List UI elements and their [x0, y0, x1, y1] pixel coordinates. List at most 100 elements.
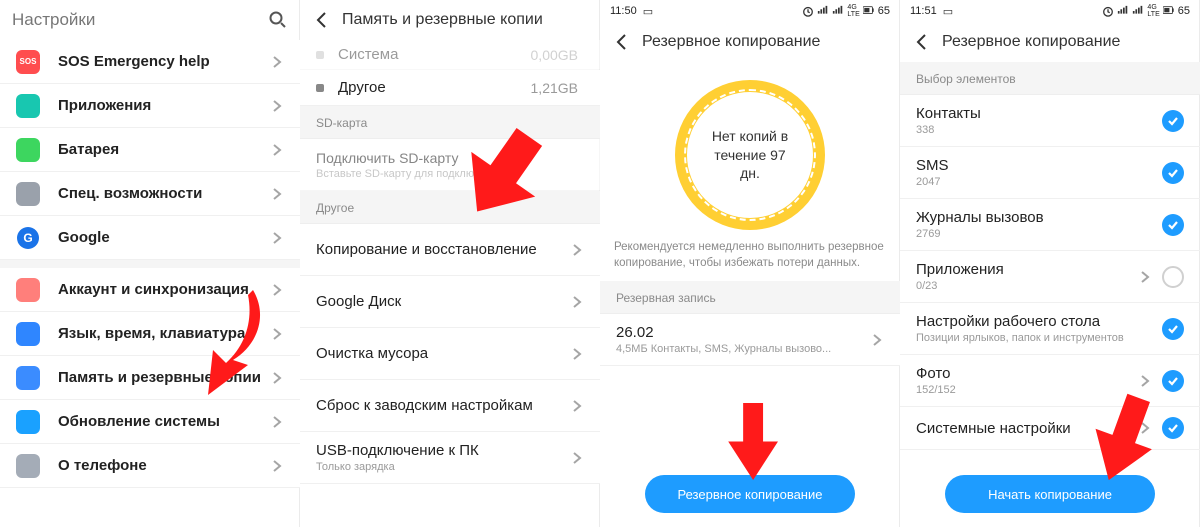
title: Настройки: [12, 10, 95, 30]
chevron-icon: [570, 243, 584, 257]
checkbox[interactable]: [1162, 214, 1184, 236]
search-icon[interactable]: [268, 10, 288, 30]
chevron-icon: [270, 415, 284, 429]
checkbox[interactable]: [1162, 162, 1184, 184]
chevron-icon: [1138, 374, 1152, 388]
row-apps[interactable]: Приложения: [0, 84, 300, 128]
lte-icon: 4GLTE: [847, 4, 859, 18]
chevron-icon: [270, 99, 284, 113]
back-icon[interactable]: [312, 10, 332, 30]
alarm-icon: [802, 5, 814, 17]
signal-icon: [832, 5, 844, 17]
battery-icon: [1163, 5, 1175, 17]
row-system-update[interactable]: Обновление системы: [0, 400, 300, 444]
signal-icon: [817, 5, 829, 17]
sim-icon: ▭: [643, 5, 653, 18]
title: Резервное копирование: [642, 33, 820, 51]
item-title: Приложения: [916, 261, 1138, 278]
backup-status-circle: Нет копий в течение 97 дн.: [600, 62, 900, 240]
update-icon: [16, 410, 40, 434]
chevron-icon: [1138, 270, 1152, 284]
checkbox[interactable]: [1162, 266, 1184, 288]
row-account-sync[interactable]: Аккаунт и синхронизация: [0, 268, 300, 312]
row-storage-backup[interactable]: Память и резервные копии: [0, 356, 300, 400]
titlebar-settings: Настройки: [0, 0, 300, 40]
panel-storage: Память и резервные копии Система 0,00GB …: [300, 0, 600, 527]
row-sos[interactable]: SOS SOS Emergency help: [0, 40, 300, 84]
backup-item-row[interactable]: Контакты 338: [900, 95, 1200, 147]
backup-item-row[interactable]: Настройки рабочего столаПозиции ярлыков,…: [900, 303, 1200, 355]
status-time: 11:51: [910, 5, 937, 17]
status-bar: 11:50 ▭ 4GLTE 65: [600, 0, 900, 22]
titlebar-backup: Резервное копирование: [600, 22, 900, 62]
title: Память и резервные копии: [342, 11, 543, 29]
section-other: Другое: [300, 191, 600, 224]
panel-backup-status: 11:50 ▭ 4GLTE 65 Резервное копирование Н…: [600, 0, 900, 527]
item-sub: 338: [916, 124, 1162, 136]
status-time: 11:50: [610, 5, 637, 17]
row-battery[interactable]: Батарея: [0, 128, 300, 172]
back-icon[interactable]: [912, 32, 932, 52]
backup-item-row[interactable]: Приложения0/23: [900, 251, 1200, 303]
chevron-icon: [270, 231, 284, 245]
battery-pct: 65: [878, 5, 890, 17]
item-title: Настройки рабочего стола: [916, 313, 1162, 330]
chevron-icon: [270, 371, 284, 385]
checkbox[interactable]: [1162, 417, 1184, 439]
checkbox[interactable]: [1162, 318, 1184, 340]
section-gap: [0, 260, 300, 268]
title: Резервное копирование: [942, 33, 1120, 51]
chevron-icon: [270, 143, 284, 157]
lte-icon: 4GLTE: [1147, 4, 1159, 18]
item-title: Контакты: [916, 105, 1162, 122]
back-icon[interactable]: [612, 32, 632, 52]
row-connect-sd[interactable]: Подключить SD-карту Вставьте SD-карту дл…: [300, 139, 600, 191]
google-icon: G: [16, 226, 40, 250]
item-sub: 2769: [916, 228, 1162, 240]
chevron-icon: [570, 347, 584, 361]
backup-item-row[interactable]: SMS2047: [900, 147, 1200, 199]
chevron-icon: [870, 333, 884, 347]
row-language[interactable]: Язык, время, клавиатура: [0, 312, 300, 356]
storage-icon: [16, 366, 40, 390]
info-icon: [16, 454, 40, 478]
row-cleaner[interactable]: Очистка мусора: [300, 328, 600, 380]
signal-icon: [1117, 5, 1129, 17]
chevron-icon: [270, 55, 284, 69]
chevron-icon: [270, 187, 284, 201]
status-bar: 11:51 ▭ 4GLTE 65: [900, 0, 1200, 22]
sim-icon: ▭: [943, 5, 953, 18]
titlebar-storage: Память и резервные копии: [300, 0, 600, 40]
panel-backup-items: 11:51 ▭ 4GLTE 65 Резервное копирование В…: [900, 0, 1200, 527]
alarm-icon: [1102, 5, 1114, 17]
item-title: Фото: [916, 365, 1138, 382]
section-backup-record: Резервная запись: [600, 281, 900, 314]
svg-text:G: G: [23, 231, 32, 245]
battery-pct: 65: [1178, 5, 1190, 17]
row-factory-reset[interactable]: Сброс к заводским настройкам: [300, 380, 600, 432]
row-accessibility[interactable]: Спец. возможности: [0, 172, 300, 216]
apps-icon: [16, 94, 40, 118]
backup-button[interactable]: Резервное копирование: [645, 475, 855, 513]
row-google[interactable]: G Google: [0, 216, 300, 260]
chevron-icon: [1138, 421, 1152, 435]
row-storage-system[interactable]: Система 0,00GB: [300, 40, 600, 70]
row-about-phone[interactable]: О телефоне: [0, 444, 300, 488]
panel-settings: Настройки SOS SOS Emergency help Приложе…: [0, 0, 300, 527]
backup-item-row[interactable]: Журналы вызовов2769: [900, 199, 1200, 251]
section-select-items: Выбор элементов: [900, 62, 1200, 95]
chevron-icon: [270, 283, 284, 297]
start-backup-button[interactable]: Начать копирование: [945, 475, 1155, 513]
row-storage-other[interactable]: Другое 1,21GB: [300, 70, 600, 106]
row-backup-restore[interactable]: Копирование и восстановление: [300, 224, 600, 276]
row-backup-entry[interactable]: 26.02 4,5МБ Контакты, SMS, Журналы вызов…: [600, 314, 900, 366]
checkbox[interactable]: [1162, 110, 1184, 132]
checkbox[interactable]: [1162, 370, 1184, 392]
backup-item-row[interactable]: Системные настройки: [900, 407, 1200, 450]
backup-item-row[interactable]: Фото152/152: [900, 355, 1200, 407]
chevron-icon: [270, 459, 284, 473]
item-title: Системные настройки: [916, 420, 1138, 437]
row-google-drive[interactable]: Google Диск: [300, 276, 600, 328]
chevron-icon: [270, 327, 284, 341]
row-usb-pc[interactable]: USB-подключение к ПК Только зарядка: [300, 432, 600, 484]
